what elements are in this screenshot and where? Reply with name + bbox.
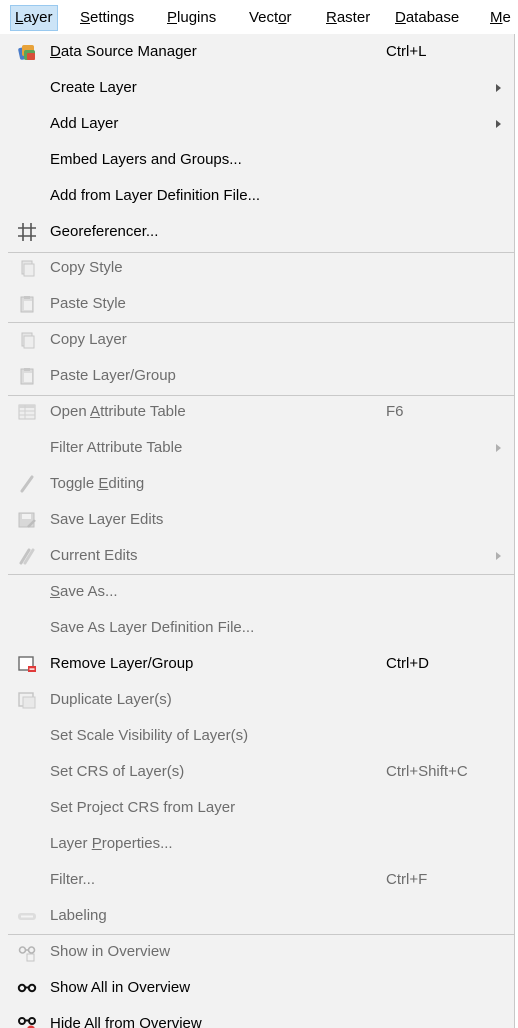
duplicate-layer-icon — [16, 689, 38, 711]
menu-item-label: Remove Layer/Group — [50, 655, 194, 672]
menu-item-label: Set Scale Visibility of Layer(s) — [50, 727, 249, 744]
paste-layer-icon — [16, 365, 38, 387]
menu-item-label: Georeferencer... — [50, 223, 159, 240]
menu-item-save-as[interactable]: Save As... — [0, 574, 514, 610]
menu-item-filter-attribute-table[interactable]: Filter Attribute Table — [0, 430, 514, 466]
menu-item-label: Open Attribute Table — [50, 403, 186, 420]
menu-item-label: Copy Style — [50, 259, 123, 276]
submenu-arrow-icon — [496, 552, 501, 560]
paste-style-icon — [16, 293, 38, 315]
menu-item-data-source-manager[interactable]: Data Source Manager Ctrl+L — [0, 34, 514, 70]
menu-item-label: Set Project CRS from Layer — [50, 799, 236, 816]
menu-item-open-attribute-table[interactable]: Open Attribute Table F6 — [0, 394, 514, 430]
menu-item-filter[interactable]: Filter... Ctrl+F — [0, 862, 514, 898]
copy-layer-icon — [16, 329, 38, 351]
labeling-icon — [16, 905, 38, 927]
menubar-raster[interactable]: Raster — [322, 6, 374, 30]
menu-item-copy-layer[interactable]: Copy Layer — [0, 322, 514, 358]
menu-item-label: Add Layer — [50, 115, 119, 132]
shortcut-text: Ctrl+L — [386, 43, 427, 60]
menu-item-label: Paste Layer/Group — [50, 367, 176, 384]
menu-item-label: Filter Attribute Table — [50, 439, 183, 456]
shortcut-text: F6 — [386, 403, 404, 420]
menu-item-add-from-layer-definition[interactable]: Add from Layer Definition File... — [0, 178, 514, 214]
menu-item-show-all-in-overview[interactable]: Show All in Overview — [0, 970, 514, 1006]
menubar-mesh[interactable]: Me — [486, 6, 515, 30]
menubar-vector[interactable]: Vector — [245, 6, 296, 30]
menu-item-toggle-editing[interactable]: Toggle Editing — [0, 466, 514, 502]
menu-item-label: Duplicate Layer(s) — [50, 691, 172, 708]
menu-item-label: Create Layer — [50, 79, 137, 96]
menu-item-paste-layer-group[interactable]: Paste Layer/Group — [0, 358, 514, 394]
menu-item-layer-properties[interactable]: Layer Properties... — [0, 826, 514, 862]
hide-all-overview-icon — [16, 1013, 38, 1028]
current-edits-icon — [16, 545, 38, 567]
menu-item-label: Show in Overview — [50, 943, 171, 960]
menu-item-label: Save As... — [50, 583, 118, 600]
menu-item-label: Save Layer Edits — [50, 511, 164, 528]
menu-item-label: Layer Properties... — [50, 835, 173, 852]
menu-item-save-layer-edits[interactable]: Save Layer Edits — [0, 502, 514, 538]
menu-item-label: Add from Layer Definition File... — [50, 187, 261, 204]
menu-item-save-as-layer-definition[interactable]: Save As Layer Definition File... — [0, 610, 514, 646]
submenu-arrow-icon — [496, 84, 501, 92]
menubar-database[interactable]: Database — [391, 6, 463, 30]
data-source-manager-icon — [16, 41, 38, 63]
menu-item-labeling[interactable]: Labeling — [0, 898, 514, 934]
attribute-table-icon — [16, 401, 38, 423]
menu-item-label: Current Edits — [50, 547, 138, 564]
menu-item-copy-style[interactable]: Copy Style — [0, 250, 514, 286]
menu-item-label: Show All in Overview — [50, 979, 191, 996]
menu-item-add-layer[interactable]: Add Layer — [0, 106, 514, 142]
shortcut-text: Ctrl+Shift+C — [386, 763, 468, 780]
menubar-layer[interactable]: Layer — [10, 5, 58, 31]
menu-item-set-project-crs[interactable]: Set Project CRS from Layer — [0, 790, 514, 826]
copy-style-icon — [16, 257, 38, 279]
menu-item-label: Paste Style — [50, 295, 126, 312]
remove-layer-icon — [16, 653, 38, 675]
show-in-overview-icon — [16, 941, 38, 963]
menu-item-hide-all-from-overview[interactable]: Hide All from Overview — [0, 1006, 514, 1028]
menu-item-create-layer[interactable]: Create Layer — [0, 70, 514, 106]
shortcut-text: Ctrl+F — [386, 871, 428, 888]
layer-menu-dropdown: Data Source Manager Ctrl+L Create Layer … — [0, 34, 515, 1028]
georeferencer-icon — [16, 221, 38, 243]
menu-item-label: Save As Layer Definition File... — [50, 619, 255, 636]
menu-bar: Layer Settings Plugins Vector Raster Dat… — [0, 0, 518, 34]
menu-item-duplicate-layers[interactable]: Duplicate Layer(s) — [0, 682, 514, 718]
menu-item-embed-layers[interactable]: Embed Layers and Groups... — [0, 142, 514, 178]
menu-item-remove-layer-group[interactable]: Remove Layer/Group Ctrl+D — [0, 646, 514, 682]
menu-item-current-edits[interactable]: Current Edits — [0, 538, 514, 574]
menu-item-paste-style[interactable]: Paste Style — [0, 286, 514, 322]
menu-item-set-scale-visibility[interactable]: Set Scale Visibility of Layer(s) — [0, 718, 514, 754]
menu-item-georeferencer[interactable]: Georeferencer... — [0, 214, 514, 250]
menu-item-label: Toggle Editing — [50, 475, 145, 492]
show-all-overview-icon — [16, 977, 38, 999]
submenu-arrow-icon — [496, 120, 501, 128]
menu-item-label: Labeling — [50, 907, 107, 924]
pencil-icon — [16, 473, 38, 495]
menu-item-label: Filter... — [50, 871, 96, 888]
save-edits-icon — [16, 509, 38, 531]
menu-item-set-crs-of-layers[interactable]: Set CRS of Layer(s) Ctrl+Shift+C — [0, 754, 514, 790]
shortcut-text: Ctrl+D — [386, 655, 429, 672]
menubar-plugins[interactable]: Plugins — [163, 6, 220, 30]
menu-item-label: Embed Layers and Groups... — [50, 151, 242, 168]
menu-item-label: Data Source Manager — [50, 43, 197, 60]
menubar-settings[interactable]: Settings — [76, 6, 138, 30]
menu-item-show-in-overview[interactable]: Show in Overview — [0, 934, 514, 970]
menu-item-label: Set CRS of Layer(s) — [50, 763, 185, 780]
menu-item-label: Copy Layer — [50, 331, 127, 348]
menu-item-label: Hide All from Overview — [50, 1015, 202, 1028]
submenu-arrow-icon — [496, 444, 501, 452]
